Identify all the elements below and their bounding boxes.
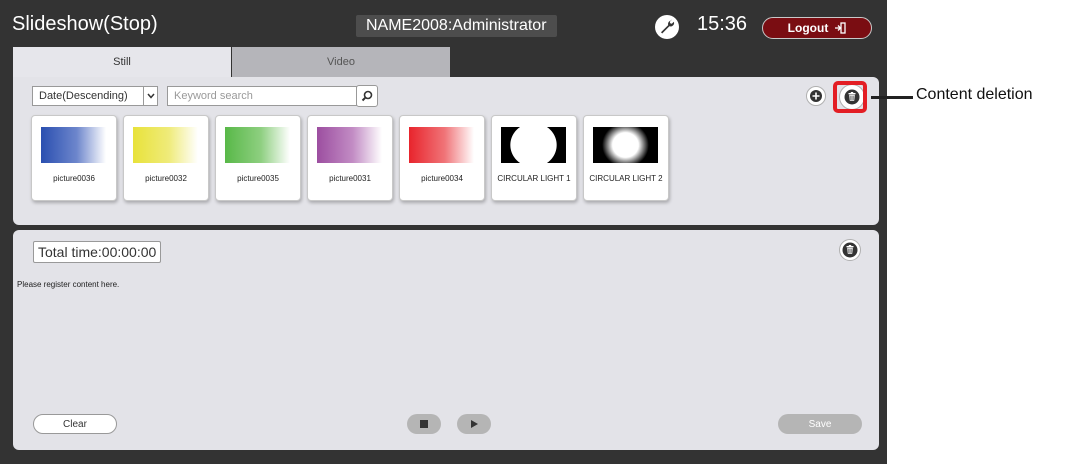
sort-dropdown[interactable]: Date(Descending) [32,86,158,106]
content-thumbnail-circular-light-1[interactable]: CIRCULAR LIGHT 1 [491,115,577,201]
content-thumbnail-circular-light-2[interactable]: CIRCULAR LIGHT 2 [583,115,669,201]
thumbnail-label: picture0032 [145,174,187,183]
thumbnail-label: picture0035 [237,174,279,183]
thumbnail-image [41,127,106,163]
content-thumbnail-picture0032[interactable]: picture0032 [123,115,209,201]
wrench-icon [661,19,675,34]
content-thumbnail-picture0035[interactable]: picture0035 [215,115,301,201]
logout-button[interactable]: Logout [762,17,872,39]
clear-button[interactable]: Clear [33,414,117,434]
thumbnail-label: CIRCULAR LIGHT 1 [497,174,571,183]
content-deletion-callout: Content deletion [916,86,1033,103]
content-thumbnail-picture0036[interactable]: picture0036 [31,115,117,201]
plus-circle-icon [810,90,822,102]
empty-playlist-message: Please register content here. [17,280,120,289]
play-button[interactable] [457,414,491,434]
add-content-button[interactable] [806,86,826,106]
save-button[interactable]: Save [778,414,862,434]
thumbnail-image [317,127,382,163]
keyword-search-input[interactable] [167,86,357,106]
total-time-display: Total time:00:00:00 [33,241,162,263]
playlist-panel: Total time:00:00:00 Please register cont… [13,230,879,450]
thumbnail-image [133,127,198,163]
tab-video[interactable]: Video [232,47,450,77]
tab-still[interactable]: Still [13,47,231,77]
content-library-panel: Date(Descending) Keyword search picture0… [13,77,879,225]
search-button[interactable] [356,85,378,107]
content-thumbnail-picture0034[interactable]: picture0034 [399,115,485,201]
clock-display: 15:36 [697,13,748,35]
user-badge: NAME2008:Administrator [356,15,557,37]
chevron-down-icon [143,87,157,105]
page-title: Slideshow(Stop) [12,13,158,35]
trash-icon [842,242,858,258]
thumbnail-image [409,127,474,163]
stop-icon [420,420,428,428]
thumbnail-label: CIRCULAR LIGHT 2 [589,174,663,183]
thumbnail-image [225,127,290,163]
slideshow-app: Slideshow(Stop) NAME2008:Administrator 1… [0,0,887,464]
logout-label: Logout [787,21,829,35]
search-icon [361,90,373,102]
stop-button[interactable] [407,414,441,434]
callout-leader-line [871,96,913,99]
content-thumbnail-list: picture0036 picture0032 picture0035 pict… [31,115,669,201]
content-deletion-highlight [833,81,867,113]
delete-playlist-button[interactable] [839,239,861,261]
thumbnail-label: picture0034 [421,174,463,183]
content-thumbnail-picture0031[interactable]: picture0031 [307,115,393,201]
header-bar: Slideshow(Stop) NAME2008:Administrator 1… [0,0,887,46]
play-icon [471,420,478,428]
settings-button[interactable] [655,15,679,39]
thumbnail-image [501,127,566,163]
exit-door-icon [835,22,846,34]
thumbnail-label: picture0031 [329,174,371,183]
thumbnail-image [593,127,658,163]
sort-value: Date(Descending) [39,90,128,102]
thumbnail-label: picture0036 [53,174,95,183]
